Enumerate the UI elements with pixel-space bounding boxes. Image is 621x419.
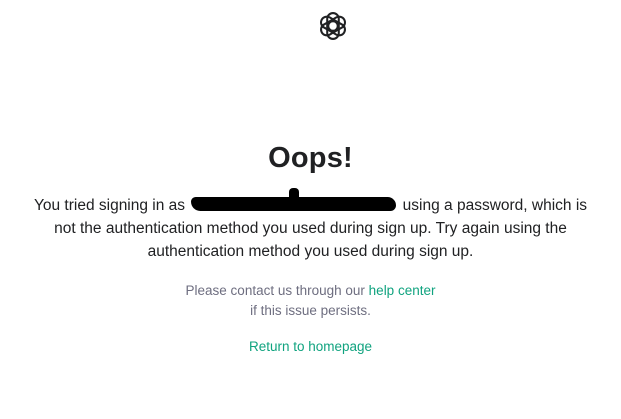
contact-suffix: if this issue persists. xyxy=(250,303,371,318)
openai-logo-icon xyxy=(316,9,350,43)
error-content: Oops! You tried signing in as using a pa… xyxy=(0,140,621,357)
return-to-homepage-link[interactable]: Return to homepage xyxy=(249,337,372,357)
contact-prefix: Please contact us through our xyxy=(185,283,365,298)
help-center-link[interactable]: help center xyxy=(369,283,436,298)
error-message: You tried signing in as using a password… xyxy=(31,188,591,263)
error-title: Oops! xyxy=(268,142,353,174)
message-prefix: You tried signing in as xyxy=(33,197,186,214)
redacted-email xyxy=(191,188,397,211)
error-page: Oops! You tried signing in as using a pa… xyxy=(0,0,621,419)
contact-text: Please contact us through our help cente… xyxy=(0,281,621,321)
